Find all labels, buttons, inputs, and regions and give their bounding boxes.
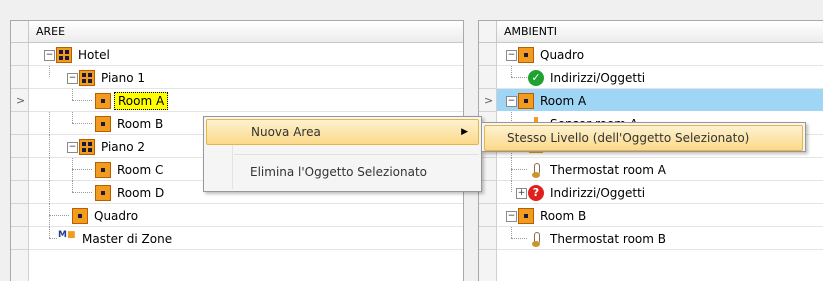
tree-node-label[interactable]: Quadro <box>537 46 587 64</box>
row-selector[interactable] <box>11 227 29 250</box>
menu-item-nuova-area[interactable]: Nuova Area ▶ <box>206 119 479 145</box>
environments-column-header[interactable]: AMBIENTI <box>497 21 823 43</box>
submenu-arrow-icon: ▶ <box>461 127 468 137</box>
tree-row-piano-1[interactable]: − Piano 1 <box>11 66 463 89</box>
row-selector[interactable] <box>479 227 497 250</box>
thermostat-icon <box>528 162 544 178</box>
room-icon <box>95 92 111 109</box>
tree-node-label[interactable]: Quadro <box>91 207 141 225</box>
tree-row-quadro[interactable]: Quadro <box>11 204 463 227</box>
grid-building-icon <box>79 69 95 86</box>
thermostat-icon <box>528 231 544 247</box>
tree-node-label-selected[interactable]: Room A <box>114 91 169 110</box>
row-selector[interactable] <box>11 204 29 227</box>
room-icon <box>95 161 111 178</box>
collapse-icon[interactable]: − <box>67 73 78 84</box>
tree-node-label[interactable]: Piano 1 <box>98 69 148 87</box>
top-strip <box>0 0 823 20</box>
tree-node-label[interactable]: Thermostat room A <box>547 161 669 179</box>
row-selector[interactable]: > <box>479 89 497 112</box>
environments-header: AMBIENTI <box>479 21 823 43</box>
collapse-icon[interactable]: − <box>506 211 517 222</box>
room-icon <box>95 184 111 201</box>
areas-header: AREE <box>11 21 463 43</box>
row-selector[interactable] <box>11 135 29 158</box>
tree-node-label[interactable]: Room D <box>114 184 167 202</box>
menu-item-label: Stesso Livello (dell'Oggetto Selezionato… <box>507 131 750 145</box>
areas-column-header[interactable]: AREE <box>29 21 463 43</box>
collapse-icon[interactable]: − <box>506 96 517 107</box>
menu-item-label: Nuova Area <box>251 125 321 139</box>
tree-row-room-a[interactable]: > − Room A <box>479 89 823 112</box>
row-selector[interactable] <box>11 158 29 181</box>
header-corner <box>479 21 497 43</box>
row-selector[interactable] <box>479 43 497 66</box>
tree-node-label[interactable]: Room C <box>114 161 166 179</box>
room-icon <box>95 115 111 132</box>
tree-node-label[interactable]: Room A <box>537 92 589 110</box>
room-icon <box>72 207 88 224</box>
tree-row-room-b[interactable]: − Room B <box>479 204 823 227</box>
tree-row-thermostat-room-b[interactable]: Thermostat room B <box>479 227 823 250</box>
room-icon <box>518 92 534 109</box>
grid-building-icon <box>56 46 72 63</box>
current-row-arrow-icon: > <box>16 94 26 107</box>
tree-node-label[interactable]: Piano 2 <box>98 138 148 156</box>
check-ok-icon: ✓ <box>528 69 544 86</box>
question-error-icon: ? <box>528 184 544 201</box>
tree-row-thermostat-room-a[interactable]: Thermostat room A <box>479 158 823 181</box>
menu-item-elimina-oggetto[interactable]: Elimina l'Oggetto Selezionato <box>206 159 479 185</box>
tree-node-label[interactable]: Indirizzi/Oggetti <box>547 69 648 87</box>
expand-icon[interactable]: + <box>516 188 527 199</box>
tree-node-label[interactable]: Room B <box>537 207 589 225</box>
tree-node-label[interactable]: Master di Zone <box>79 230 175 248</box>
row-selector[interactable] <box>11 181 29 204</box>
tree-row-master-di-zone[interactable]: M■ Master di Zone <box>11 227 463 250</box>
tree-row-hotel[interactable]: − Hotel <box>11 43 463 66</box>
row-selector[interactable] <box>11 66 29 89</box>
header-corner <box>11 21 29 43</box>
tree-row-quadro[interactable]: − Quadro <box>479 43 823 66</box>
collapse-icon[interactable]: − <box>67 142 78 153</box>
tree-row-indirizzi-oggetti[interactable]: ✓ Indirizzi/Oggetti <box>479 66 823 89</box>
room-icon <box>518 46 534 63</box>
tree-row-indirizzi-oggetti-error[interactable]: + ? Indirizzi/Oggetti <box>479 181 823 204</box>
tree-node-label[interactable]: Room B <box>114 115 166 133</box>
context-menu: Nuova Area ▶ Elimina l'Oggetto Seleziona… <box>203 116 482 192</box>
context-submenu: Stesso Livello (dell'Oggetto Selezionato… <box>481 122 806 152</box>
collapse-icon[interactable]: − <box>44 50 55 61</box>
row-selector[interactable]: > <box>11 89 29 112</box>
menu-item-label: Elimina l'Oggetto Selezionato <box>250 165 428 179</box>
room-icon <box>518 207 534 224</box>
tree-node-label[interactable]: Thermostat room B <box>547 230 669 248</box>
menu-item-stesso-livello[interactable]: Stesso Livello (dell'Oggetto Selezionato… <box>484 125 803 151</box>
menu-separator <box>234 154 479 155</box>
row-selector[interactable] <box>479 204 497 227</box>
row-selector[interactable] <box>11 112 29 135</box>
current-row-arrow-icon: > <box>484 94 494 107</box>
row-selector[interactable] <box>479 66 497 89</box>
collapse-icon[interactable]: − <box>506 50 517 61</box>
grid-building-icon <box>79 138 95 155</box>
master-zone-icon: M■ <box>58 229 76 240</box>
row-selector[interactable] <box>11 43 29 66</box>
tree-node-label[interactable]: Hotel <box>75 46 113 64</box>
tree-row-room-a[interactable]: > Room A <box>11 89 463 112</box>
tree-node-label[interactable]: Indirizzi/Oggetti <box>547 184 648 202</box>
